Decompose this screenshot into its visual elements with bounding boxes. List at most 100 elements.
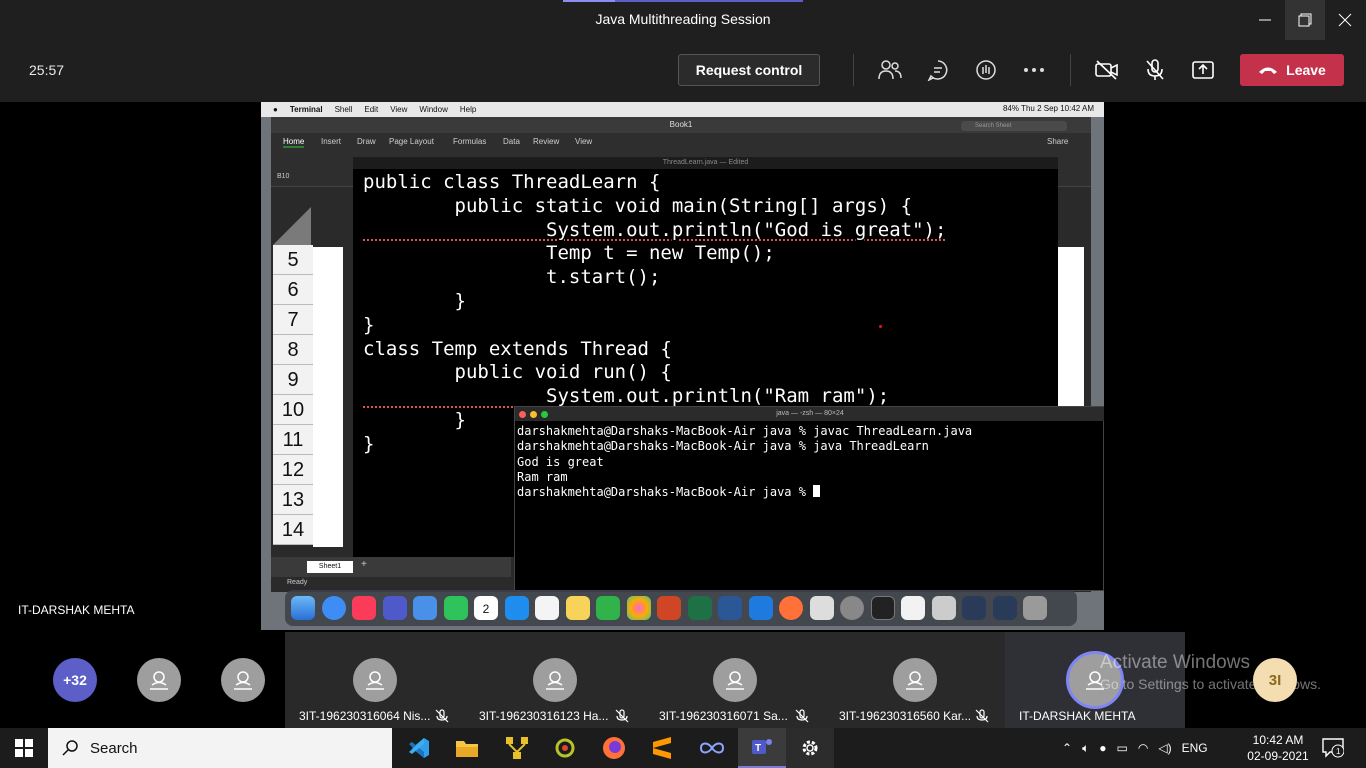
participant-avatar: [713, 658, 757, 702]
code-line: }: [363, 289, 466, 312]
window-title: Java Multithreading Session: [595, 11, 771, 27]
firefox-icon: [779, 596, 803, 620]
documents-folder-icon: [931, 596, 956, 620]
share-screen-button[interactable]: [1189, 56, 1217, 84]
terminal-line: Ram ram: [517, 469, 568, 484]
participant-tile[interactable]: 3IT-196230316560 Kar...: [825, 632, 1005, 728]
photos-icon: [626, 596, 651, 620]
taskbar-search[interactable]: Search: [48, 728, 392, 768]
preview-icon: [809, 596, 834, 620]
row-number: 13: [273, 485, 313, 515]
desktop-folder-icon: [992, 596, 1017, 620]
terminal-line: God is great: [517, 454, 604, 469]
tray-language[interactable]: ENG: [1182, 741, 1208, 755]
taskbar-vscode[interactable]: [395, 728, 443, 768]
mac-dock: 2: [285, 590, 1077, 626]
close-button[interactable]: [1325, 0, 1365, 40]
reactions-button[interactable]: [972, 56, 1000, 84]
finder-icon: [291, 596, 315, 620]
app-store-icon: [504, 596, 529, 620]
network-diagram-icon: [506, 737, 528, 759]
tray-chevron-up-icon[interactable]: ⌃: [1062, 741, 1072, 755]
tray-volume-icon[interactable]: ◁): [1158, 741, 1171, 755]
pointer-dot: [879, 325, 882, 328]
ribbon-share: Share: [1047, 137, 1069, 146]
more-participants-button[interactable]: +32: [53, 658, 97, 702]
mac-menu-bar: ● Terminal Shell Edit View Window Help 8…: [261, 102, 1104, 117]
ribbon-tab: Insert: [321, 137, 342, 146]
row-number: 10: [273, 395, 313, 425]
select-all-corner: [273, 207, 311, 245]
search-label: Search: [90, 739, 138, 757]
code-line: class Temp extends Thread {: [363, 337, 672, 360]
request-control-button[interactable]: Request control: [678, 54, 820, 86]
notification-center-button[interactable]: 1: [1322, 738, 1345, 763]
clock-date: 02-09-2021: [1247, 749, 1309, 763]
taskbar-app-diagram[interactable]: [493, 728, 541, 768]
svg-text:T: T: [755, 743, 761, 754]
sheet-cells: [313, 247, 343, 547]
tray-battery-icon[interactable]: ▭: [1117, 741, 1128, 755]
participant-name: 3IT-196230316071 Sa...: [659, 709, 788, 723]
folder-icon: [456, 741, 478, 757]
camera-toggle-button[interactable]: [1093, 56, 1121, 84]
editor-title: ThreadLearn.java — Edited: [353, 157, 1058, 169]
participant-tile[interactable]: 3IT-196230316123 Ha...: [465, 632, 645, 728]
safari-icon: [321, 596, 346, 620]
windows-logo-icon: [15, 739, 33, 757]
more-actions-button[interactable]: [1020, 56, 1048, 84]
tray-speaker-icon[interactable]: 🔈︎: [1082, 741, 1089, 756]
zoom-dot-icon: [541, 411, 548, 418]
taskbar-clock[interactable]: 10:42 AM 02-09-2021: [1244, 732, 1312, 764]
participant-avatar[interactable]: [137, 658, 181, 702]
taskbar-teams[interactable]: T: [738, 728, 786, 768]
camera-off-icon: [1095, 60, 1118, 80]
ribbon-tab: View: [575, 137, 593, 146]
minimize-icon: [1259, 19, 1271, 21]
chat-button[interactable]: [924, 56, 952, 84]
mic-off-icon: [795, 709, 809, 723]
row-number: 11: [273, 425, 313, 455]
start-button[interactable]: [0, 728, 48, 768]
downloads-icon: [962, 596, 986, 620]
taskbar-app-infinity[interactable]: [688, 728, 736, 768]
excel-icon: [687, 596, 712, 620]
tray-wifi-icon[interactable]: ◠: [1138, 741, 1148, 755]
taskbar-file-explorer[interactable]: [443, 728, 491, 768]
mac-status-area: 84% Thu 2 Sep 10:42 AM: [1002, 104, 1094, 113]
chat-icon: [927, 60, 948, 81]
person-icon: [366, 671, 384, 690]
mac-menu-item: Edit: [364, 105, 379, 114]
row-number: 7: [273, 305, 313, 335]
restore-button[interactable]: [1285, 0, 1325, 40]
code-line: t.start();: [363, 266, 661, 289]
ribbon-tab: Formulas: [453, 137, 487, 146]
meeting-toolbar: 25:57 Request control Leave: [0, 40, 1366, 102]
mac-menu-item: View: [390, 105, 408, 114]
trash-icon: [1023, 596, 1047, 620]
restore-icon: [1298, 13, 1312, 27]
participant-tile[interactable]: 3IT-196230316071 Sa...: [645, 632, 825, 728]
leave-button[interactable]: Leave: [1240, 54, 1344, 86]
participants-button[interactable]: [876, 56, 904, 84]
participant-avatar[interactable]: [221, 658, 265, 702]
person-icon: [234, 671, 252, 690]
taskbar-app-tool[interactable]: [541, 728, 589, 768]
taskbar-firefox[interactable]: [590, 728, 638, 768]
sheet-tab: Sheet1: [307, 561, 353, 573]
tray-mic-icon[interactable]: ●: [1099, 741, 1106, 755]
self-avatar[interactable]: 3I: [1253, 658, 1297, 702]
person-icon: [546, 671, 564, 690]
mac-menu-item: Window: [419, 105, 448, 114]
taskbar-settings[interactable]: [786, 728, 834, 768]
excel-status: Ready: [287, 579, 308, 586]
row-number: 9: [273, 365, 313, 395]
mic-toggle-button[interactable]: [1141, 56, 1169, 84]
ribbon-tab: Data: [503, 137, 520, 146]
participant-tile[interactable]: 3IT-196230316064 Nis...: [285, 632, 465, 728]
toolbar-divider: [853, 54, 854, 86]
sublime-text-icon: [653, 737, 671, 759]
taskbar-sublime[interactable]: [638, 728, 686, 768]
toolbar-divider: [1070, 54, 1071, 86]
minimize-button[interactable]: [1245, 0, 1285, 40]
